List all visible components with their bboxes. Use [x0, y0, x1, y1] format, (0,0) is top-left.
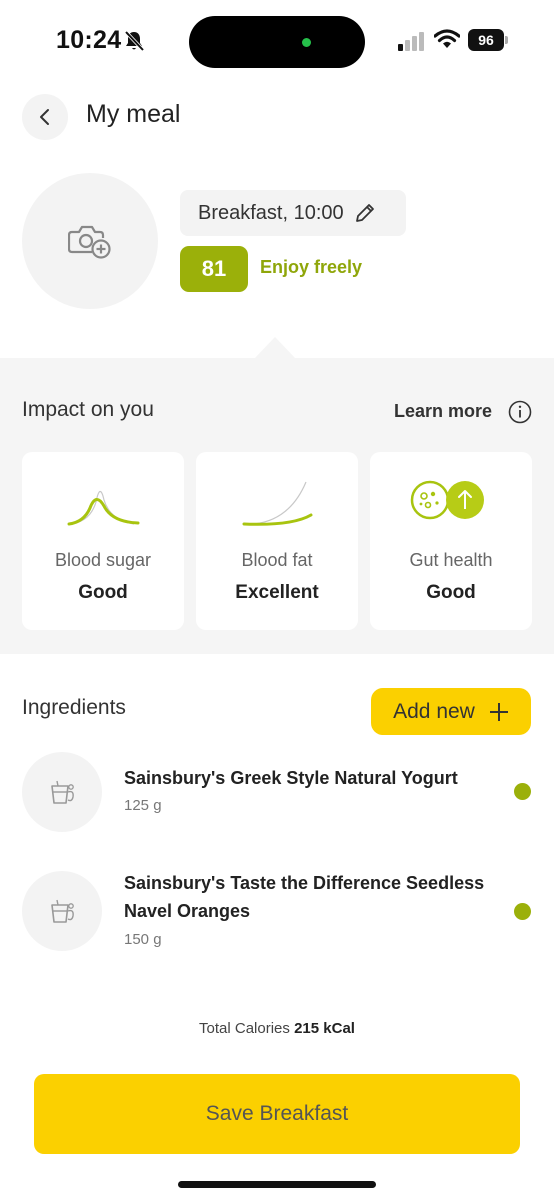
food-item-icon	[51, 899, 74, 923]
wifi-icon	[434, 29, 460, 48]
impact-card-blood-fat[interactable]: Blood fat Excellent	[196, 452, 358, 630]
card-label: Gut health	[409, 550, 493, 570]
section-pointer	[255, 337, 295, 358]
save-meal-button[interactable]: Save Breakfast	[34, 1074, 520, 1154]
status-time: 10:24	[56, 26, 122, 54]
save-meal-label: Save Breakfast	[205, 1102, 349, 1125]
meal-score-text: Enjoy freely	[260, 257, 363, 277]
card-value: Good	[426, 582, 476, 603]
ingredient-name: Sainsbury's Taste the Difference Seedles…	[124, 873, 485, 921]
battery-level: 96	[468, 29, 504, 51]
ingredient-status-dot	[514, 903, 531, 920]
impact-card-blood-sugar[interactable]: Blood sugar Good	[22, 452, 184, 630]
meal-score-badge: 81	[180, 246, 248, 292]
camera-indicator-icon	[302, 38, 311, 47]
meal-label: Breakfast, 10:00	[198, 201, 344, 224]
add-ingredient-label: Add new	[393, 699, 475, 723]
ingredient-avatar	[22, 871, 102, 951]
cellular-signal-icon	[398, 32, 424, 51]
home-indicator[interactable]	[178, 1181, 376, 1188]
bell-muted-icon	[124, 30, 144, 52]
card-label: Blood sugar	[54, 550, 152, 570]
meal-time-chip[interactable]: Breakfast, 10:00	[180, 190, 406, 236]
ingredient-row[interactable]: Sainsbury's Greek Style Natural Yogurt 1…	[0, 752, 554, 832]
total-calories-value: 215 kCal	[294, 1020, 355, 1037]
pencil-icon	[355, 204, 374, 222]
camera-add-icon	[68, 225, 111, 259]
page-title: My meal	[86, 100, 181, 128]
gut-health-icon	[410, 480, 484, 520]
chevron-left-icon	[40, 109, 49, 125]
ingredient-weight: 150 g	[124, 931, 162, 948]
ingredient-status-dot	[514, 783, 531, 800]
blood-fat-curve-icon	[242, 481, 313, 526]
add-photo-button[interactable]	[22, 173, 158, 309]
info-icon[interactable]	[508, 400, 532, 424]
card-label: Blood fat	[241, 550, 313, 570]
add-ingredient-button[interactable]: Add new	[371, 688, 531, 735]
blood-sugar-curve-icon	[67, 490, 140, 526]
ingredient-avatar	[22, 752, 102, 832]
learn-more-link[interactable]: Learn more	[394, 401, 492, 422]
ingredient-name: Sainsbury's Greek Style Natural Yogurt	[124, 768, 458, 788]
back-button[interactable]	[22, 94, 68, 140]
total-calories: Total Calories 215 kCal	[0, 1020, 554, 1037]
impact-title: Impact on you	[22, 398, 154, 421]
status-bar: 10:24 96	[0, 0, 554, 84]
impact-card-gut-health[interactable]: Gut health Good	[370, 452, 532, 630]
ingredients-title: Ingredients	[22, 696, 126, 719]
battery-icon: 96	[468, 29, 508, 51]
card-value: Good	[78, 582, 128, 603]
ingredient-weight: 125 g	[124, 797, 162, 814]
card-value: Excellent	[235, 582, 319, 603]
food-item-icon	[51, 780, 74, 804]
plus-icon	[489, 702, 508, 721]
ingredient-row[interactable]: Sainsbury's Taste the Difference Seedles…	[0, 871, 554, 951]
total-calories-label: Total Calories	[199, 1020, 295, 1037]
dynamic-island	[189, 16, 365, 68]
